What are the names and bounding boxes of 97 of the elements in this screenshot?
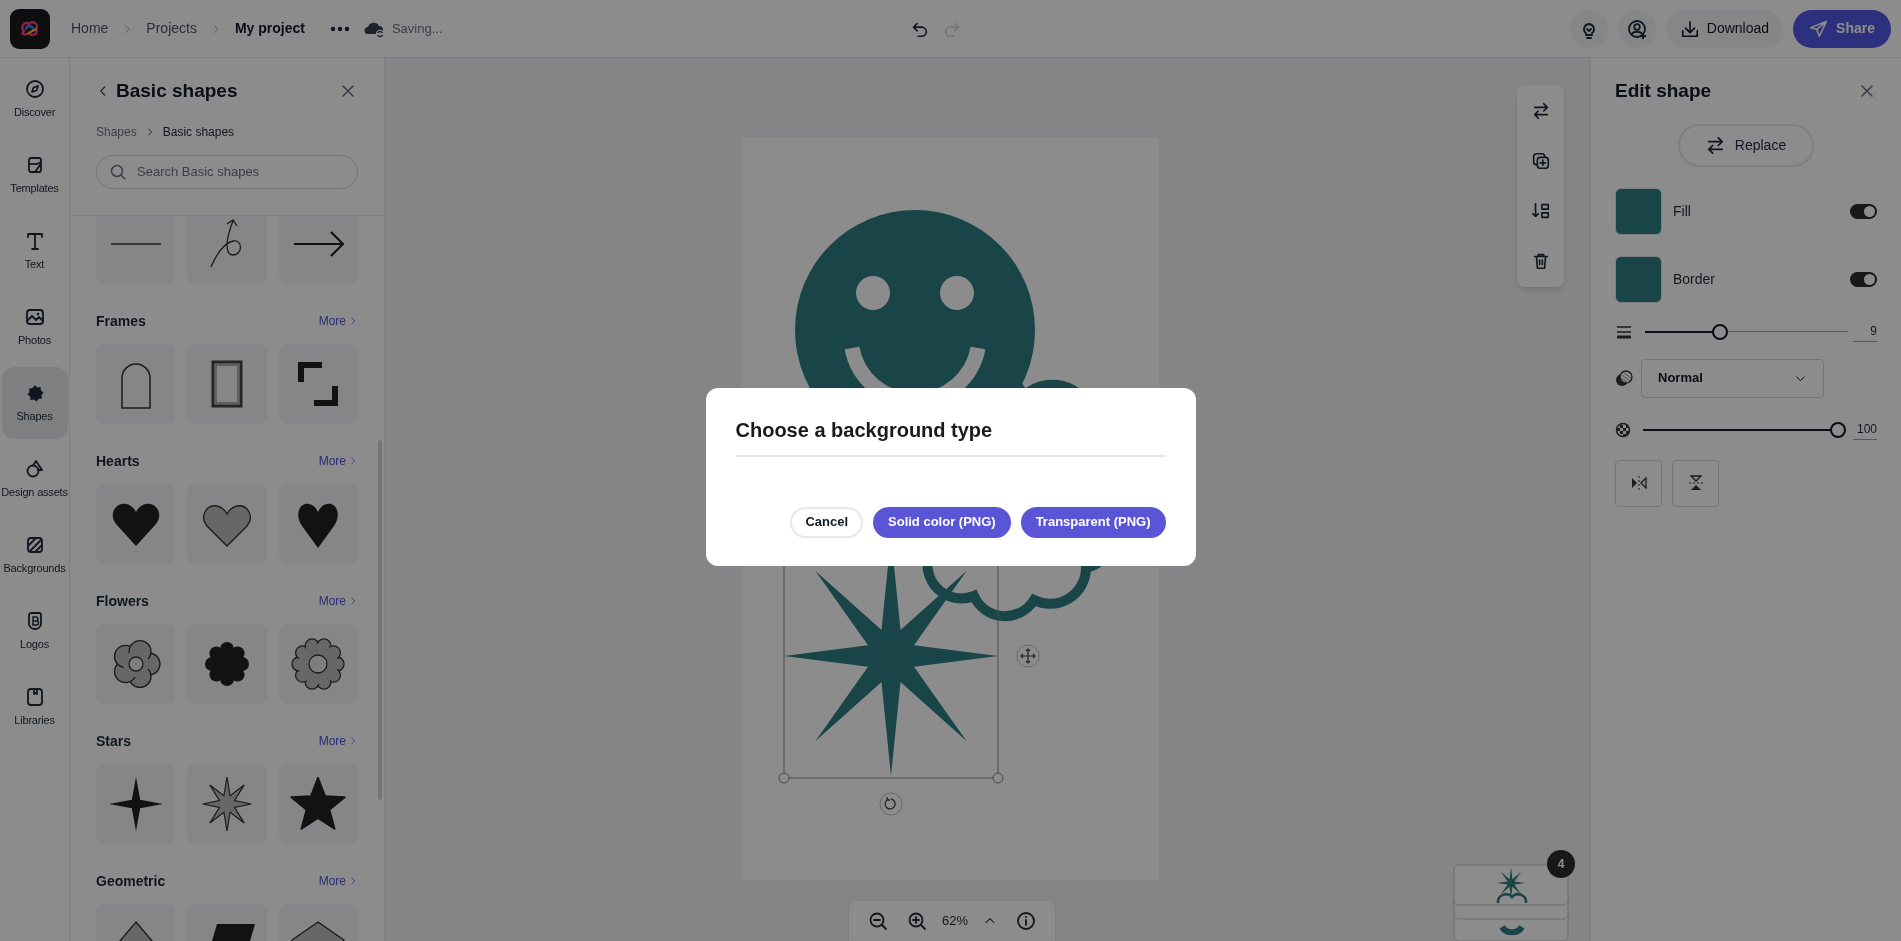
sidebar-tab[interactable]: Libraries [1,671,68,743]
save-status: Saving... [391,19,443,38]
chevron-right-icon [348,876,358,886]
shape-tile[interactable] [187,763,267,844]
more-link[interactable]: More [318,312,358,330]
sidebar-tab[interactable]: Shapes [1,367,68,439]
sidebar-tab[interactable]: Templates [1,139,68,211]
shape-tile[interactable] [278,215,358,284]
shape-tile[interactable] [278,343,358,424]
breadcrumb-link[interactable]: Shapes [96,122,137,141]
flip-horizontal-button[interactable] [1615,459,1662,507]
flip-horizontal-icon [1629,475,1648,491]
breadcrumb-link[interactable]: Projects [146,18,197,39]
curly-arrow-icon [210,219,244,268]
section-title: Frames [96,311,146,331]
more-icon [329,25,350,32]
flip-vertical-button[interactable] [1672,459,1719,507]
close-icon [1859,83,1875,100]
chevron-right-icon [348,316,358,326]
shape-tile[interactable] [96,623,176,704]
toggle-switch[interactable] [1850,203,1877,219]
sidebar-tab[interactable]: Backgrounds [1,519,68,591]
sidebar-tab[interactable]: Discover [1,63,68,135]
property-label: Border [1673,269,1717,289]
chevron-right-icon [348,596,358,606]
shape-tile[interactable] [96,215,176,284]
compass-icon [23,77,46,100]
swap-arrows-icon [1705,135,1725,155]
shape-tile[interactable] [187,215,267,284]
opacity-icon [1615,421,1631,438]
shape-tile[interactable] [187,343,267,424]
more-link[interactable]: More [318,592,358,610]
replace-button[interactable]: Replace [1678,123,1814,167]
line-icon [108,242,163,245]
sidebar-tab[interactable]: Photos [1,291,68,363]
toggle-switch[interactable] [1850,271,1877,287]
person-add-icon [1625,17,1648,40]
section-title: Stars [96,731,132,751]
more-link[interactable]: More [318,872,358,890]
search-icon [110,163,126,180]
rotate-handle[interactable] [879,792,903,816]
color-swatch[interactable] [1615,187,1662,235]
close-icon [340,83,356,100]
shape-tile[interactable] [187,483,267,564]
breadcrumb-link[interactable]: My project [234,18,305,39]
slider[interactable] [1645,322,1848,341]
download-button[interactable]: Download [1665,9,1784,48]
scalloped-ring-icon [290,635,347,692]
flip-vertical-icon [1687,474,1704,492]
dialog-button[interactable]: Cancel [790,506,863,538]
section-title: Flowers [96,591,149,611]
chevron-right-icon [348,456,358,466]
search-field[interactable]: Search Basic shapes [96,154,358,189]
paper-plane-icon [1809,19,1829,38]
blend-mode-dropdown[interactable]: Normal [1641,358,1824,398]
sidebar-tab[interactable]: Design assets [1,443,68,515]
shape-tile[interactable] [278,483,358,564]
section-title: Hearts [96,451,140,471]
dialog-button[interactable]: Solid color (PNG) [873,506,1011,538]
sidebar-tab[interactable]: Text [1,215,68,287]
shape-tile[interactable] [96,763,176,844]
star-icon [290,775,347,832]
more-link[interactable]: More [318,732,358,750]
app-logo[interactable] [10,8,50,49]
arrange-icon [1530,201,1551,221]
blend-mode-icon [1615,369,1634,387]
shape-tile[interactable] [187,623,267,704]
info-icon [1015,911,1036,931]
breadcrumb-link[interactable]: Basic shapes [162,122,235,141]
property-label: Fill [1673,201,1692,221]
page-count-badge: 4 [1547,850,1575,878]
line-weight-icon [1615,323,1633,340]
value-field[interactable]: 100 [1853,419,1877,440]
shape-tile[interactable] [278,623,358,704]
zoom-level: 62% [941,912,968,931]
breadcrumb-link[interactable]: Home [71,18,109,39]
dialog-button[interactable]: Transparent (PNG) [1020,506,1166,538]
shape-tile[interactable] [96,343,176,424]
panel-title: Edit shape [1615,79,1712,103]
slider[interactable] [1643,420,1846,439]
back-button[interactable]: Basic shapes [96,77,238,106]
shape-tile[interactable] [278,763,358,844]
arrow-icon [292,230,344,257]
zoom-out-icon [868,911,889,931]
color-swatch[interactable] [1615,255,1662,303]
shape-tile[interactable] [96,483,176,564]
more-link[interactable]: More [318,452,358,470]
value-field[interactable]: 9 [1853,321,1877,342]
sidebar-tab[interactable]: Logos [1,595,68,667]
share-button[interactable]: Share [1793,9,1891,48]
chevron-right-icon [348,736,358,746]
section-title: Geometric [96,871,166,891]
download-icon [1679,18,1700,39]
dialog-title: Choose a background type [735,417,994,443]
zoom-in-icon [907,911,928,931]
duplicate-icon [1530,151,1551,171]
move-handle[interactable] [1016,644,1040,668]
